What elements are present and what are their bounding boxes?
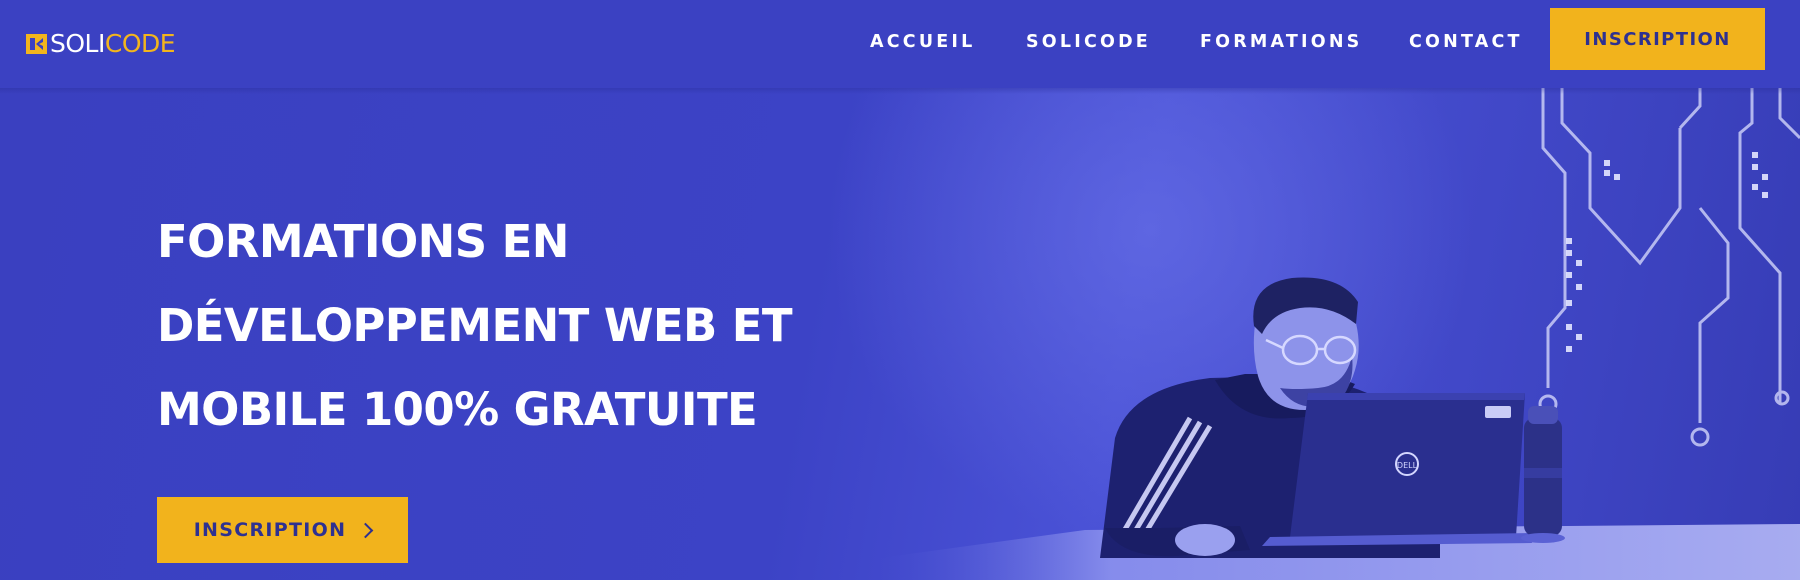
laptop-brand-text: DELL bbox=[1397, 461, 1418, 470]
nav-solicode[interactable]: SOLICODE bbox=[1026, 30, 1151, 54]
hero-inscription-label: INSCRIPTION bbox=[193, 519, 347, 541]
header-shadow bbox=[0, 88, 1800, 94]
headline-line-3: MOBILE 100% GRATUITE bbox=[157, 383, 758, 436]
header-inscription-button[interactable]: INSCRIPTION bbox=[1550, 8, 1765, 70]
chevron-right-icon bbox=[358, 522, 374, 539]
headline-line-2: DÉVELOPPEMENT WEB ET bbox=[157, 299, 793, 352]
circuit-decoration bbox=[1538, 88, 1800, 447]
headline-line-1: FORMATIONS EN bbox=[157, 215, 569, 268]
nav-accueil[interactable]: ACCUEIL bbox=[870, 30, 975, 54]
circuit-dots bbox=[1566, 152, 1768, 352]
nav-formations[interactable]: FORMATIONS bbox=[1200, 30, 1362, 54]
logo-wordmark: SOLICODE bbox=[50, 29, 176, 58]
site-logo[interactable]: SOLICODE bbox=[26, 29, 176, 58]
solicode-logo-mark-icon bbox=[26, 33, 48, 55]
hero-inscription-button[interactable]: INSCRIPTION bbox=[157, 497, 408, 563]
site-header: SOLICODE ACCUEIL SOLICODE FORMATIONS CON… bbox=[0, 0, 1800, 88]
logo-word-1: SOLI bbox=[50, 29, 105, 58]
nav-contact[interactable]: CONTACT bbox=[1409, 30, 1523, 54]
logo-word-2: CODE bbox=[104, 29, 176, 58]
hero-section: DELL FORMATIONS EN DÉVELOPPEMENT WEB ET … bbox=[0, 88, 1800, 580]
hero-headline: FORMATIONS EN DÉVELOPPEMENT WEB ET MOBIL… bbox=[157, 200, 917, 452]
